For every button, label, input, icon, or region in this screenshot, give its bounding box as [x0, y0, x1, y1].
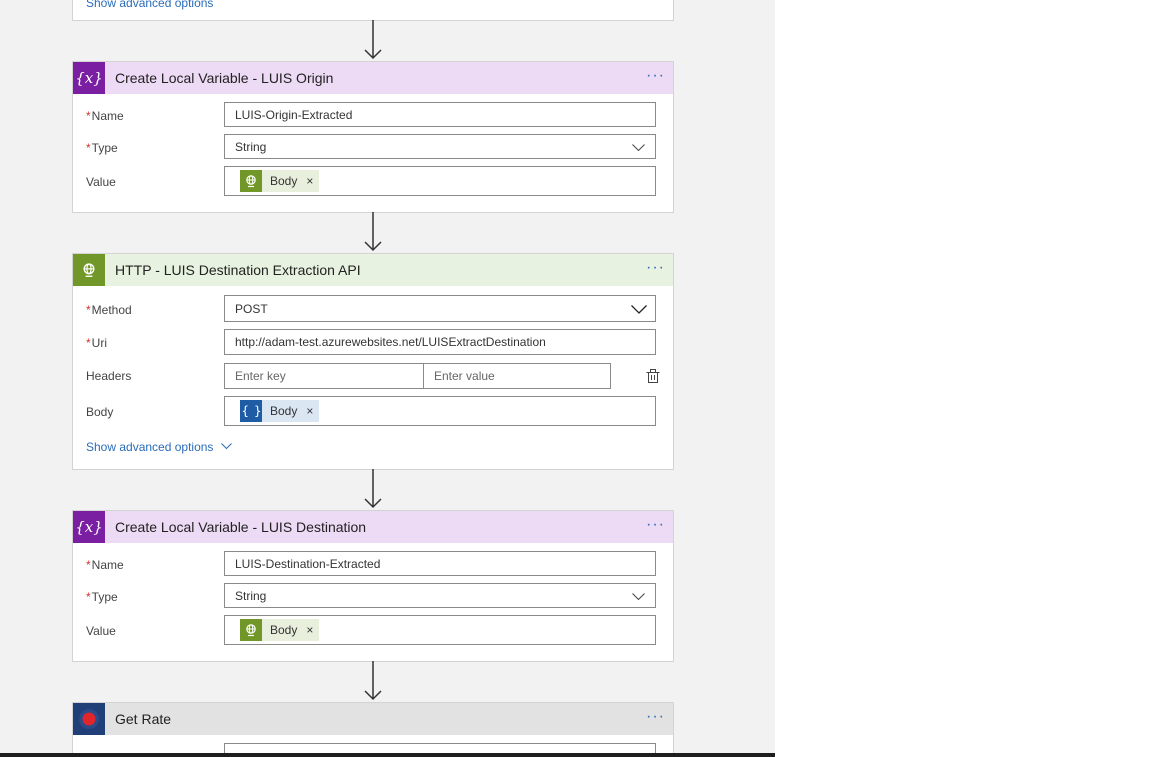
card-header[interactable]: {x} Create Local Variable - LUIS Destina…	[73, 511, 673, 543]
arrow-down-icon	[364, 212, 382, 252]
value-label: Value	[86, 175, 116, 189]
designer-canvas: Show advanced options {x} Create Local V…	[0, 0, 775, 753]
action-card-luis-origin: {x} Create Local Variable - LUIS Origin …	[72, 61, 674, 213]
more-options-button[interactable]: ···	[646, 709, 665, 725]
token-label: Body	[270, 174, 298, 188]
value-input[interactable]: Body ×	[224, 166, 656, 196]
type-dropdown[interactable]: String	[224, 583, 656, 608]
arrow-down-icon	[364, 661, 382, 701]
previous-action-card: Show advanced options	[72, 0, 674, 21]
card-title: Create Local Variable - LUIS Origin	[115, 70, 334, 86]
headers-label: Headers	[86, 369, 132, 383]
card-title: HTTP - LUIS Destination Extraction API	[115, 262, 361, 278]
name-input[interactable]: LUIS-Destination-Extracted	[224, 551, 656, 576]
variable-icon: {x}	[73, 62, 105, 94]
header-value-input[interactable]: Enter value	[423, 363, 611, 389]
card-header[interactable]: HTTP - LUIS Destination Extraction API ·…	[73, 254, 673, 286]
method-label: *Method	[86, 303, 132, 317]
remove-token-button[interactable]: ×	[306, 404, 313, 418]
name-input[interactable]: LUIS-Origin-Extracted	[224, 102, 656, 127]
action-card-get-rate: Get Rate ···	[72, 702, 674, 753]
chevron-down-icon	[632, 592, 645, 600]
name-label: *Name	[86, 558, 124, 572]
body-token[interactable]: Body ×	[240, 170, 320, 192]
card-header[interactable]: {x} Create Local Variable - LUIS Origin …	[73, 62, 673, 94]
arrow-down-icon	[364, 20, 382, 60]
name-label: *Name	[86, 109, 124, 123]
uri-input[interactable]: http://adam-test.azurewebsites.net/LUISE…	[224, 329, 656, 355]
value-input[interactable]: Body ×	[224, 615, 656, 645]
get-rate-input[interactable]	[224, 743, 656, 753]
card-header[interactable]: Get Rate ···	[73, 703, 673, 735]
type-label: *Type	[86, 141, 118, 155]
action-card-http-luis-destination: HTTP - LUIS Destination Extraction API ·…	[72, 253, 674, 470]
action-card-luis-destination: {x} Create Local Variable - LUIS Destina…	[72, 510, 674, 662]
advanced-options-label: Show advanced options	[86, 0, 214, 10]
delete-icon[interactable]	[646, 369, 660, 384]
arrow-down-icon	[364, 469, 382, 509]
method-dropdown[interactable]: POST	[224, 295, 656, 322]
remove-token-button[interactable]: ×	[306, 174, 313, 188]
body-label: Body	[86, 405, 114, 419]
more-options-button[interactable]: ···	[646, 260, 665, 276]
show-advanced-options-link[interactable]: Show advanced options	[86, 0, 213, 10]
globe-icon	[240, 619, 262, 641]
more-options-button[interactable]: ···	[646, 517, 665, 533]
card-title: Create Local Variable - LUIS Destination	[115, 519, 367, 535]
chevron-down-icon	[632, 143, 645, 151]
uri-label: *Uri	[86, 336, 107, 350]
taskbar-strip	[0, 753, 775, 757]
card-title: Get Rate	[115, 711, 172, 727]
chevron-down-icon	[220, 443, 232, 450]
header-key-input[interactable]: Enter key	[224, 363, 424, 389]
type-dropdown[interactable]: String	[224, 134, 656, 159]
token-label: Body	[270, 404, 298, 418]
body-token[interactable]: Body ×	[240, 619, 320, 641]
show-advanced-options-link[interactable]: Show advanced options	[86, 440, 232, 454]
target-icon	[73, 703, 105, 735]
globe-icon	[240, 170, 262, 192]
token-label: Body	[270, 623, 298, 637]
globe-icon	[73, 254, 105, 286]
more-options-button[interactable]: ···	[646, 68, 665, 84]
advanced-options-label: Show advanced options	[86, 440, 214, 454]
braces-icon: { }	[240, 400, 262, 422]
type-label: *Type	[86, 590, 118, 604]
body-input[interactable]: { } Body ×	[224, 396, 656, 426]
chevron-down-icon	[631, 304, 647, 314]
variable-icon: {x}	[73, 511, 105, 543]
value-label: Value	[86, 624, 116, 638]
body-token[interactable]: { } Body ×	[240, 400, 320, 422]
remove-token-button[interactable]: ×	[306, 623, 313, 637]
